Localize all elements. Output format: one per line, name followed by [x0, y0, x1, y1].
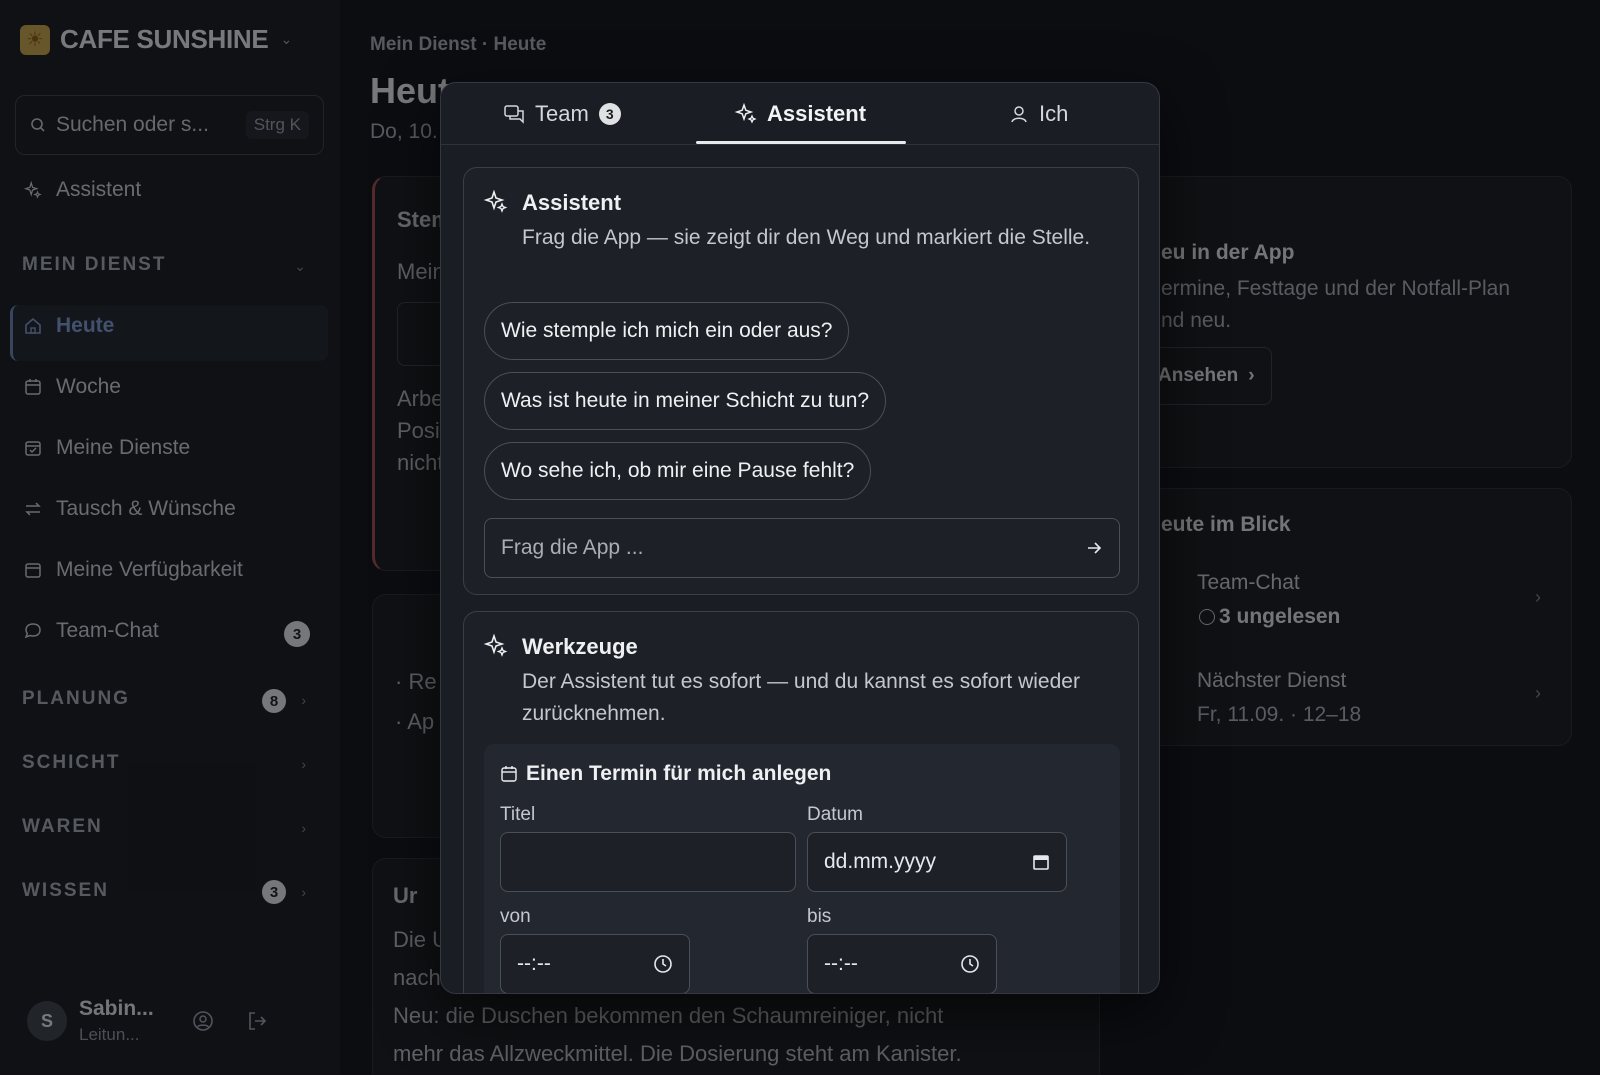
date-label: Datum — [807, 804, 863, 825]
sparkle-icon — [484, 190, 508, 213]
tab-assistent[interactable]: Assistent — [735, 83, 866, 145]
clock-icon[interactable] — [653, 954, 673, 974]
assistant-modal: Team 3 Assistent Ich Assistent Frag die … — [440, 82, 1160, 994]
active-tab-indicator — [696, 141, 906, 144]
assistant-panel: Assistent Frag die App — sie zeigt dir d… — [463, 167, 1139, 595]
create-appointment-form: Einen Termin für mich anlegen Titel Datu… — [484, 744, 1120, 993]
user-icon — [1011, 106, 1027, 123]
title-label: Titel — [500, 804, 536, 825]
from-time-placeholder: --:-- — [517, 952, 551, 975]
tools-title: Werkzeuge — [522, 634, 638, 659]
suggestion-chip[interactable]: Wo sehe ich, ob mir eine Pause fehlt? — [484, 442, 872, 500]
from-label: von — [500, 906, 531, 927]
form-title-text: Einen Termin für mich anlegen — [526, 762, 832, 785]
ask-input[interactable]: Frag die App ... — [484, 518, 1120, 578]
tab-label: Ich — [1039, 101, 1069, 126]
form-title: Einen Termin für mich anlegen — [500, 762, 831, 786]
ask-placeholder: Frag die App ... — [501, 536, 644, 559]
sparkle-icon — [735, 103, 757, 124]
tools-description: Der Assistent tut es sofort — und du kan… — [522, 670, 1080, 725]
calendar-icon — [501, 766, 517, 782]
date-placeholder: dd.mm.yyyy — [824, 850, 937, 873]
send-arrow-icon[interactable] — [1085, 539, 1103, 557]
tab-label: Assistent — [767, 101, 867, 126]
date-field[interactable]: dd.mm.yyyy — [807, 832, 1067, 892]
tab-label: Team — [535, 101, 589, 126]
chat-icon — [504, 105, 524, 124]
tab-badge: 3 — [598, 103, 621, 125]
suggestion-chip[interactable]: Was ist heute in meiner Schicht zu tun? — [484, 372, 887, 430]
clock-icon[interactable] — [960, 954, 980, 974]
calendar-icon[interactable] — [1032, 853, 1050, 871]
tools-panel: Werkzeuge Der Assistent tut es sofort — … — [463, 611, 1139, 993]
assistant-title: Assistent — [522, 190, 622, 215]
sparkle-icon — [484, 634, 508, 657]
to-time-field[interactable]: --:-- — [807, 934, 997, 993]
tab-ich[interactable]: Ich — [1009, 83, 1068, 145]
from-time-field[interactable]: --:-- — [500, 934, 690, 993]
tab-team[interactable]: Team 3 — [503, 83, 621, 145]
to-time-placeholder: --:-- — [824, 952, 858, 975]
suggestion-chip[interactable]: Wie stemple ich mich ein oder aus? — [484, 302, 850, 360]
assistant-description: Frag die App — sie zeigt dir den Weg und… — [522, 226, 1091, 249]
title-field[interactable] — [500, 832, 796, 892]
modal-tabs: Team 3 Assistent Ich — [441, 83, 1159, 145]
to-label: bis — [807, 906, 832, 927]
